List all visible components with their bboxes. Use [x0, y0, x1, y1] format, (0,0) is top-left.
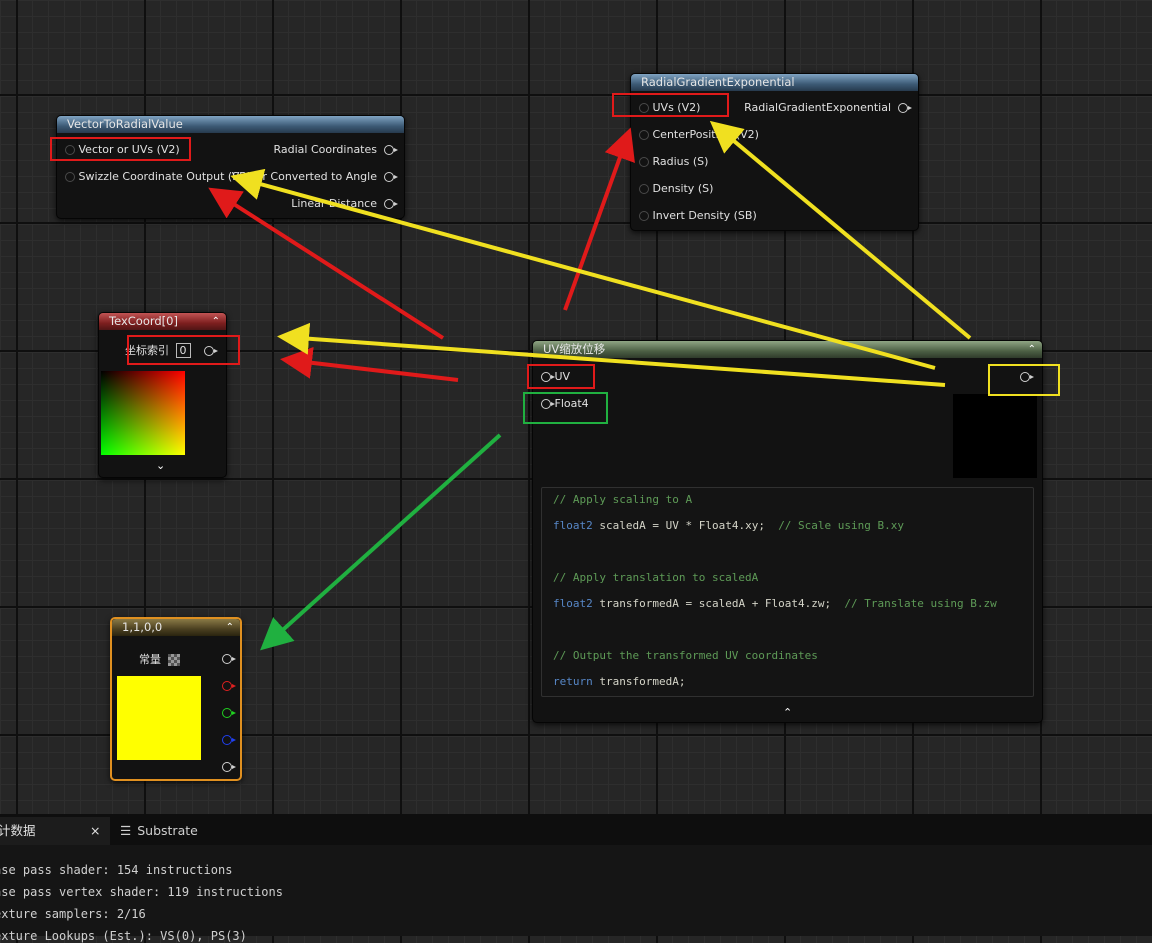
output-pin-r[interactable] [222, 679, 236, 692]
node-title: VectorToRadialValue [57, 116, 404, 133]
node-title: UV缩放位移 ⌃ [533, 341, 1042, 358]
pin-icon[interactable] [222, 681, 236, 691]
constant-node[interactable]: 1,1,0,0 ⌃ 常量 [110, 617, 242, 781]
stat-line-base-pass: ase pass shader: 154 instructions [0, 863, 233, 877]
list-icon: ☰ [120, 823, 132, 838]
pin-label: Linear Distance [291, 197, 377, 210]
green-arrows [260, 433, 502, 651]
pin-label: Invert Density (SB) [652, 209, 757, 222]
pin-icon[interactable] [384, 172, 398, 182]
code-comment: // Scale using B.xy [778, 519, 905, 532]
node-title: RadialGradientExponential [631, 74, 918, 91]
chevron-up-icon[interactable]: ⌃ [1028, 341, 1036, 358]
code-line: float2 transformedA = scaledA + Float4.z… [553, 597, 997, 610]
tab-substrate-label: Substrate [137, 823, 198, 838]
close-icon[interactable]: × [90, 817, 100, 845]
chevron-up-icon[interactable]: ⌃ [212, 313, 220, 330]
input-pin-center-position[interactable]: CenterPosition (V2) [639, 128, 759, 141]
pin-icon[interactable] [222, 708, 236, 718]
input-pin-swizzle[interactable]: Swizzle Coordinate Output (SB) [65, 170, 251, 183]
tab-bar: 计数据 × ☰ Substrate [0, 814, 1152, 845]
output-pin-g[interactable] [222, 706, 236, 719]
pin-icon[interactable] [898, 103, 912, 113]
output-pin-b[interactable] [222, 733, 236, 746]
green-arrow-to-constant [260, 433, 502, 651]
code-editor[interactable]: // Apply scaling to A float2 scaledA = UV… [541, 487, 1034, 697]
node-title-text: 1,1,0,0 [122, 620, 163, 634]
output-pin-radial-gradient[interactable]: RadialGradientExponential [744, 101, 912, 114]
highlight-vector-input [50, 137, 191, 161]
stat-line-texture-lookups: exture Lookups (Est.): VS(0), PS(3) [0, 929, 247, 943]
pin-label: CenterPosition (V2) [652, 128, 759, 141]
vector-to-radial-node[interactable]: VectorToRadialValue Vector or UVs (V2) S… [56, 115, 405, 219]
pin-icon[interactable] [222, 735, 236, 745]
uv-offset-node[interactable]: UV缩放位移 ⌃ UV Float4 // Apply scaling to Af… [532, 340, 1043, 723]
stats-panel: 计数据 × ☰ Substrate ase pass shader: 154 in… [0, 814, 1152, 943]
pin-label: Vector Converted to Angle [231, 170, 377, 183]
node-title-text: UV缩放位移 [543, 342, 606, 356]
red-arrow-to-texcoord [280, 346, 459, 382]
code-keyword: return [553, 675, 593, 688]
stat-line-texture-samplers: exture samplers: 2/16 [0, 907, 146, 921]
code-line: float2 scaledA = UV * Float4.xy; // Scal… [553, 519, 904, 532]
output-pin-radial-coordinates[interactable]: Radial Coordinates [273, 143, 398, 156]
pin-label: Radius (S) [652, 155, 709, 168]
highlight-texcoord-index [127, 335, 240, 365]
output-pin-linear-distance[interactable]: Linear Distance [291, 197, 398, 210]
node-title-text: TexCoord[0] [109, 314, 178, 328]
code-line: // Apply translation to scaledA [553, 571, 759, 584]
output-pin-angle[interactable]: Vector Converted to Angle [231, 170, 398, 183]
highlight-radial-uvs [612, 93, 729, 117]
pin-label: Swizzle Coordinate Output (SB) [78, 170, 252, 183]
tab-stats[interactable]: 计数据 × [0, 817, 110, 845]
code-line: // Apply scaling to A [553, 493, 693, 506]
pin-icon[interactable] [65, 172, 75, 182]
red-arrow-to-radial-uvs [563, 127, 635, 311]
code-line: // Output the transformed UV coordinates [553, 649, 818, 662]
pin-label: RadialGradientExponential [744, 101, 891, 114]
code-comment: // Translate using B.zw [844, 597, 997, 610]
chevron-up-icon[interactable]: ⌃ [783, 706, 792, 719]
stat-line-vertex-shader: ase pass vertex shader: 119 instructions [0, 885, 283, 899]
code-text: scaledA = UV * Float4.xy; [592, 519, 779, 532]
node-title: 1,1,0,0 ⌃ [112, 619, 240, 636]
input-pin-radius[interactable]: Radius (S) [639, 155, 708, 168]
code-keyword: float2 [553, 519, 593, 532]
constant-color-swatch [117, 676, 201, 760]
pin-icon[interactable] [222, 654, 236, 664]
code-keyword: float2 [553, 597, 593, 610]
highlight-output-pin [988, 364, 1060, 396]
constant-label: 常量 [139, 653, 161, 666]
code-line: return transformedA; [553, 675, 685, 688]
pin-label: Density (S) [652, 182, 714, 195]
code-text: transformedA = scaledA + Float4.zw; [592, 597, 845, 610]
highlight-uv-input [527, 364, 595, 389]
input-pin-density[interactable]: Density (S) [639, 182, 713, 195]
chevron-up-icon[interactable]: ⌃ [226, 619, 234, 636]
node-preview [953, 394, 1037, 478]
tab-stats-label: 计数据 [0, 823, 36, 838]
pin-icon[interactable] [639, 157, 649, 167]
output-pin-rgba[interactable] [222, 652, 236, 665]
pin-icon[interactable] [639, 211, 649, 221]
checker-icon [167, 654, 180, 666]
chevron-down-icon[interactable]: ⌄ [156, 459, 165, 472]
pin-label: Radial Coordinates [273, 143, 377, 156]
tab-substrate[interactable]: ☰ Substrate [120, 817, 198, 845]
node-title: TexCoord[0] ⌃ [99, 313, 226, 330]
pin-icon[interactable] [222, 762, 236, 772]
pin-icon[interactable] [639, 184, 649, 194]
constant-label-row: 常量 [139, 651, 180, 667]
pin-icon[interactable] [639, 130, 649, 140]
code-text: transformedA; [592, 675, 686, 688]
texcoord-preview [101, 371, 185, 455]
pin-icon[interactable] [384, 199, 398, 209]
input-pin-invert-density[interactable]: Invert Density (SB) [639, 209, 757, 222]
pin-icon[interactable] [384, 145, 398, 155]
output-pin-a[interactable] [222, 760, 236, 773]
highlight-float4-input [523, 392, 608, 424]
